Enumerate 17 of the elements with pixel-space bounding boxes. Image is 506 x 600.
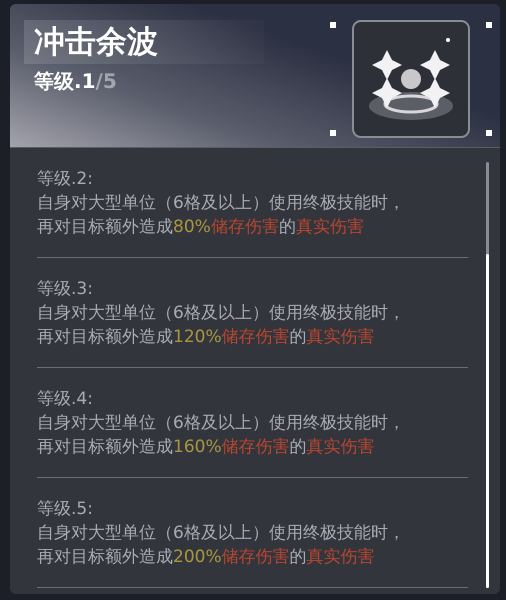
level-title: 等级.3: [37, 278, 93, 301]
scrollbar-thumb[interactable] [486, 254, 489, 588]
level-description: 自身对大型单位（6格及以上）使用终极技能时， [37, 192, 405, 215]
level-effect: 再对目标额外造成200%储存伤害的真实伤害 [37, 546, 375, 569]
level-title: 等级.5: [37, 498, 93, 521]
level-description: 自身对大型单位（6格及以上）使用终极技能时， [37, 302, 405, 325]
level-title: 等级.4: [37, 388, 93, 411]
level-effect: 再对目标额外造成120%储存伤害的真实伤害 [37, 326, 375, 349]
level-effect: 再对目标额外造成80%储存伤害的真实伤害 [37, 216, 364, 239]
skill-emblem-icon [352, 20, 470, 138]
current-level: 等级.1 [34, 68, 96, 95]
level-description: 自身对大型单位（6格及以上）使用终极技能时， [37, 522, 405, 545]
level-effect: 再对目标额外造成160%储存伤害的真实伤害 [37, 436, 375, 459]
skill-title: 冲击余波 [24, 20, 264, 64]
max-level: /5 [96, 68, 117, 95]
level-title: 等级.2: [37, 168, 93, 191]
level-description: 自身对大型单位（6格及以上）使用终极技能时， [37, 412, 405, 435]
